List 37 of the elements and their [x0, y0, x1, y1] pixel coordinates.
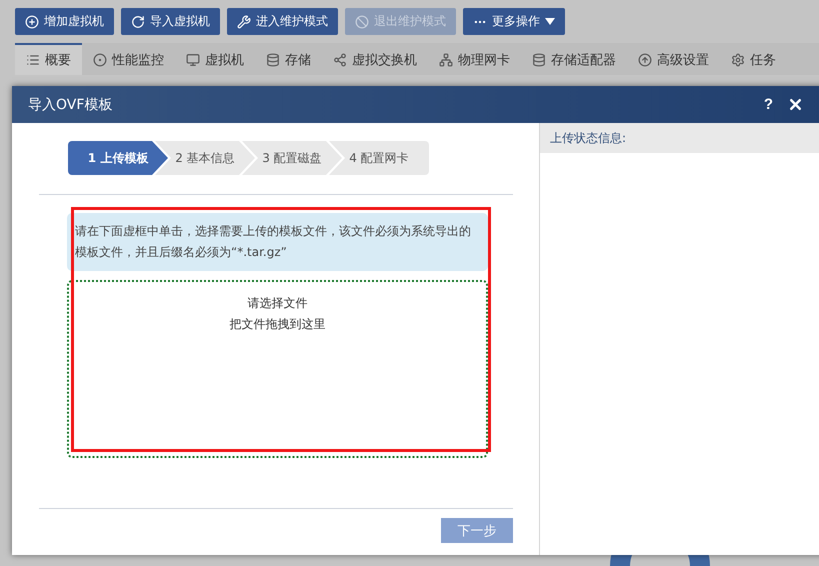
toolbar-button[interactable]: 进入维护模式 [227, 8, 338, 35]
toolbar-button[interactable]: 更多操作 [463, 8, 565, 35]
help-button[interactable]: ? [764, 96, 773, 113]
tab[interactable]: 性能监控 [82, 43, 175, 75]
dialog-title: 导入OVF模板 [28, 96, 114, 114]
monitor-icon [186, 53, 200, 67]
ban-icon [355, 14, 369, 28]
tab[interactable]: 物理网卡 [428, 43, 521, 75]
tab[interactable]: 存储 [255, 43, 322, 75]
plus-circle-icon [25, 14, 39, 28]
tab[interactable]: 虚拟机 [175, 43, 255, 75]
database-icon [266, 53, 280, 67]
gear-icon [731, 53, 745, 67]
toolbar-button[interactable]: 增加虚拟机 [15, 8, 114, 35]
tab[interactable]: 任务 [720, 43, 787, 75]
file-drop-zone[interactable]: 请选择文件 把文件拖拽到这里 [67, 280, 488, 458]
tab[interactable]: 高级设置 [627, 43, 720, 75]
switch-icon [333, 53, 347, 67]
caret-icon [545, 18, 555, 25]
toolbar-button[interactable]: 导入虚拟机 [121, 8, 220, 35]
status-header: 上传状态信息: [540, 123, 819, 153]
list-icon [26, 53, 40, 67]
wrench-icon [237, 14, 251, 28]
database-icon [532, 53, 546, 67]
wizard-step: 4 配置网卡 [329, 141, 429, 175]
drop-zone-text: 把文件拖拽到这里 [230, 316, 326, 333]
tab[interactable]: 存储适配器 [521, 43, 627, 75]
close-button[interactable] [787, 96, 804, 113]
tab[interactable]: 概要 [15, 43, 82, 75]
webcam-icon [93, 53, 107, 67]
network-card-icon [439, 53, 453, 67]
close-icon [787, 96, 804, 113]
arrow-up-circle-icon [638, 53, 652, 67]
drop-zone-text: 请选择文件 [248, 295, 308, 312]
arrow-icon [131, 14, 145, 28]
notice-text: 请在下面虚框中单击，选择需要上传的模板文件，该文件必须为系统导出的模板文件，并且后缀名必须为“*.tar.gz” [67, 213, 488, 271]
tab[interactable]: 虚拟交换机 [322, 43, 428, 75]
